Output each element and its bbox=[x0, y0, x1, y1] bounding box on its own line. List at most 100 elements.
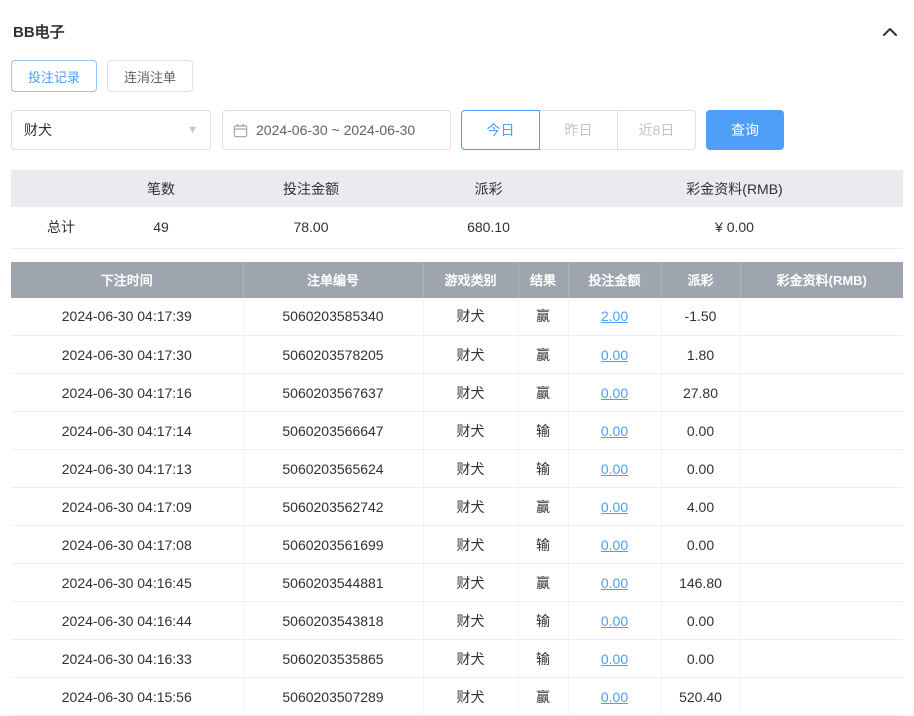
table-row: 2024-06-30 04:17:165060203567637财犬赢 0.00 2… bbox=[11, 374, 903, 412]
quick-last8days-button[interactable]: 近8日 bbox=[617, 110, 696, 150]
date-range-input[interactable]: 2024-06-30 ~ 2024-06-30 bbox=[222, 110, 451, 150]
result: 赢 bbox=[518, 298, 568, 336]
bet-time: 2024-06-30 04:17:39 bbox=[11, 298, 243, 336]
summary-total-bonus: ¥ 0.00 bbox=[566, 207, 903, 248]
payout-amount: 0.00 bbox=[661, 602, 740, 640]
bet-time: 2024-06-30 04:16:44 bbox=[11, 602, 243, 640]
game-type: 财犬 bbox=[423, 374, 518, 412]
bet-amount-link[interactable]: 0.00 bbox=[601, 575, 628, 591]
game-select-value: 财犬 bbox=[24, 120, 52, 140]
bet-amount-cell: 0.00 bbox=[568, 678, 661, 716]
summary-total-payout: 680.10 bbox=[411, 207, 566, 248]
payout-amount: 146.80 bbox=[661, 564, 740, 602]
col-header-order-number: 注单编号 bbox=[243, 262, 423, 298]
summary-header-count: 笔数 bbox=[111, 170, 211, 207]
bet-amount-cell: 0.00 bbox=[568, 564, 661, 602]
payout-amount: 27.80 bbox=[661, 374, 740, 412]
order-number: 5060203507289 bbox=[243, 678, 423, 716]
col-header-bet-amount: 投注金额 bbox=[568, 262, 661, 298]
search-button[interactable]: 查询 bbox=[706, 110, 784, 150]
col-header-payout: 派彩 bbox=[661, 262, 740, 298]
summary-header-bet-amount: 投注金额 bbox=[211, 170, 411, 207]
calendar-icon bbox=[233, 123, 248, 138]
bonus-amount bbox=[740, 526, 903, 564]
game-type: 财犬 bbox=[423, 526, 518, 564]
summary-header-bonus: 彩金资料(RMB) bbox=[566, 170, 903, 207]
bet-amount-link[interactable]: 0.00 bbox=[601, 613, 628, 629]
bet-time: 2024-06-30 04:16:45 bbox=[11, 564, 243, 602]
col-header-bet-time: 下注时间 bbox=[11, 262, 243, 298]
table-row: 2024-06-30 04:17:145060203566647财犬输0.000… bbox=[11, 412, 903, 450]
bet-amount-link[interactable]: 0.00 bbox=[601, 651, 628, 667]
quick-today-button[interactable]: 今日 bbox=[461, 110, 540, 150]
table-row: 2024-06-30 04:16:335060203535865财犬输0.000… bbox=[11, 640, 903, 678]
bet-time: 2024-06-30 04:15:56 bbox=[11, 678, 243, 716]
bet-time: 2024-06-30 04:17:13 bbox=[11, 450, 243, 488]
payout-amount: 520.40 bbox=[661, 678, 740, 716]
bet-amount-link[interactable]: 0.00 bbox=[601, 423, 628, 439]
payout-amount: 0.00 bbox=[661, 450, 740, 488]
bonus-amount bbox=[740, 640, 903, 678]
bonus-amount bbox=[740, 298, 903, 336]
payout-amount: 0.00 bbox=[661, 526, 740, 564]
bet-time: 2024-06-30 04:17:16 bbox=[11, 374, 243, 412]
bet-table-body: 2024-06-30 04:17:395060203585340财犬赢2.00-… bbox=[11, 298, 903, 716]
page-title: BB电子 bbox=[13, 21, 65, 42]
bet-amount-link[interactable]: 0.00 bbox=[601, 347, 628, 363]
bet-time: 2024-06-30 04:17:14 bbox=[11, 412, 243, 450]
order-number: 5060203561699 bbox=[243, 526, 423, 564]
bonus-amount bbox=[740, 374, 903, 412]
order-number: 5060203585340 bbox=[243, 298, 423, 336]
bonus-amount bbox=[740, 450, 903, 488]
bet-amount-cell: 0.00 bbox=[568, 640, 661, 678]
bet-time: 2024-06-30 04:17:08 bbox=[11, 526, 243, 564]
bet-amount-cell: 0.00 bbox=[568, 336, 661, 374]
bet-time: 2024-06-30 04:16:33 bbox=[11, 640, 243, 678]
order-number: 5060203562742 bbox=[243, 488, 423, 526]
game-type: 财犬 bbox=[423, 640, 518, 678]
summary-table: 笔数 投注金额 派彩 彩金资料(RMB) 总计 49 78.00 680.10 … bbox=[11, 170, 903, 249]
bet-amount-link[interactable]: 0.00 bbox=[601, 537, 628, 553]
bet-amount-link[interactable]: 0.00 bbox=[601, 499, 628, 515]
result: 输 bbox=[518, 640, 568, 678]
bonus-amount bbox=[740, 412, 903, 450]
table-row: 2024-06-30 04:17:395060203585340财犬赢2.00-… bbox=[11, 298, 903, 336]
panel-header: BB电子 bbox=[11, 0, 903, 58]
col-header-result: 结果 bbox=[518, 262, 568, 298]
bet-record-panel: BB电子 投注记录 连消注单 财犬 ▼ 2024-06-30 ~ 2024-06… bbox=[0, 0, 914, 716]
tab-combo-orders[interactable]: 连消注单 bbox=[107, 60, 193, 92]
payout-amount: 4.00 bbox=[661, 488, 740, 526]
quick-yesterday-button[interactable]: 昨日 bbox=[539, 110, 618, 150]
bet-amount-cell: 0.00 bbox=[568, 602, 661, 640]
bet-amount-cell: 2.00 bbox=[568, 298, 661, 336]
tab-bet-records[interactable]: 投注记录 bbox=[11, 60, 97, 92]
order-number: 5060203578205 bbox=[243, 336, 423, 374]
game-type: 财犬 bbox=[423, 488, 518, 526]
collapse-chevron-up-icon[interactable] bbox=[879, 23, 901, 41]
game-select[interactable]: 财犬 ▼ bbox=[11, 110, 211, 150]
filter-bar: 财犬 ▼ 2024-06-30 ~ 2024-06-30 今日 昨日 近8日 查… bbox=[11, 110, 903, 150]
payout-amount: 0.00 bbox=[661, 640, 740, 678]
bet-amount-link[interactable]: 0.00 bbox=[601, 461, 628, 477]
summary-total-label: 总计 bbox=[11, 207, 111, 248]
result: 输 bbox=[518, 450, 568, 488]
game-type: 财犬 bbox=[423, 336, 518, 374]
bet-amount-link[interactable]: 0.00 bbox=[601, 385, 628, 401]
order-number: 5060203567637 bbox=[243, 374, 423, 412]
table-row: 2024-06-30 04:16:445060203543818财犬输0.000… bbox=[11, 602, 903, 640]
game-type: 财犬 bbox=[423, 564, 518, 602]
summary-total-bet-amount: 78.00 bbox=[211, 207, 411, 248]
bet-amount-link[interactable]: 2.00 bbox=[601, 308, 628, 324]
chevron-down-icon: ▼ bbox=[187, 124, 198, 136]
table-row: 2024-06-30 04:16:455060203544881财犬赢0.001… bbox=[11, 564, 903, 602]
date-range-value: 2024-06-30 ~ 2024-06-30 bbox=[256, 122, 415, 138]
result: 赢 bbox=[518, 374, 568, 412]
bonus-amount bbox=[740, 602, 903, 640]
bet-amount-cell: 0.00 bbox=[568, 412, 661, 450]
order-number: 5060203543818 bbox=[243, 602, 423, 640]
summary-header-blank bbox=[11, 170, 111, 207]
game-type: 财犬 bbox=[423, 298, 518, 336]
bet-amount-link[interactable]: 0.00 bbox=[601, 689, 628, 705]
order-number: 5060203565624 bbox=[243, 450, 423, 488]
table-row: 2024-06-30 04:15:565060203507289财犬赢0.005… bbox=[11, 678, 903, 716]
